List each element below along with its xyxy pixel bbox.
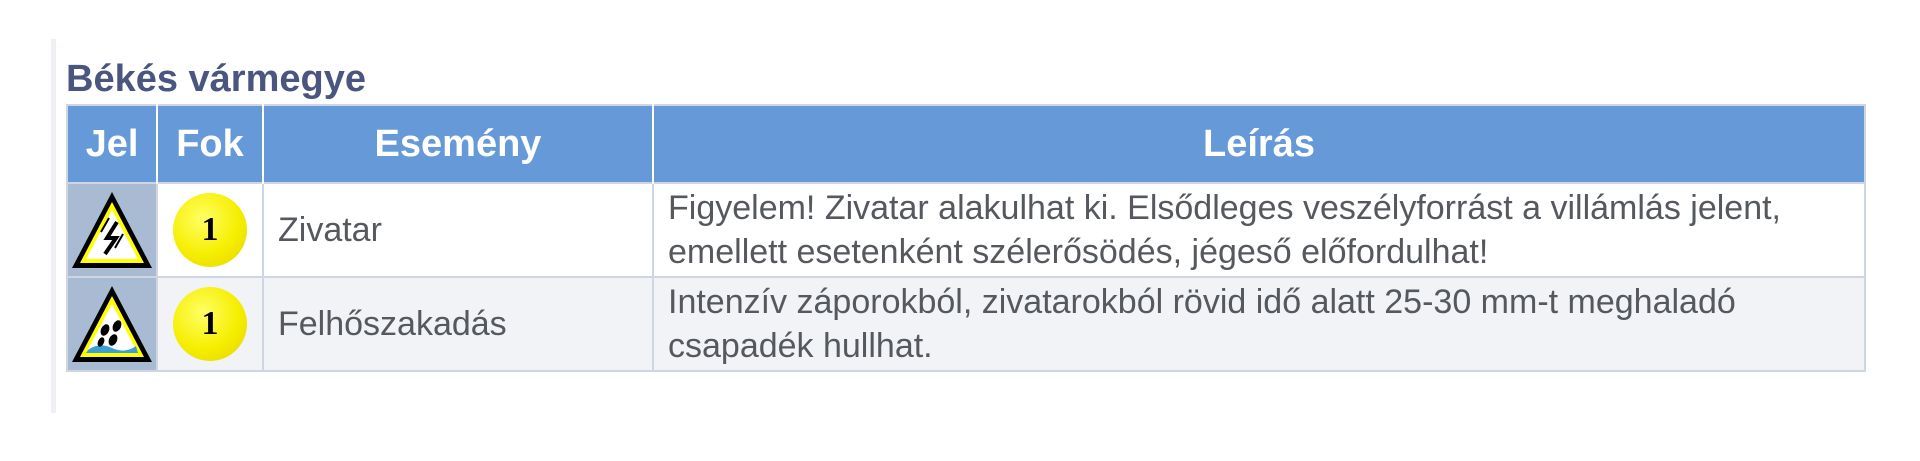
table-row: 1 Felhőszakadás Intenzív záporokból, ziv… [67,276,1865,371]
description-cell: Intenzív záporokból, zivatarokból rövid … [653,276,1865,371]
region-title: Békés vármegye [66,58,366,100]
event-name: Zivatar [278,211,382,249]
level-badge: 1 [173,193,247,267]
sign-cell [67,276,158,371]
sign-cell [67,182,158,277]
warning-page: Békés vármegye Jel Fok Esemény Leírás 1 … [0,0,1920,461]
level-cell: 1 [157,182,264,277]
left-divider [51,39,56,413]
header-event: Esemény [263,105,654,183]
thunderstorm-warning-icon [72,192,152,268]
event-cell: Zivatar [263,182,654,277]
warnings-table: Jel Fok Esemény Leírás 1 Zivatar Figyele… [66,104,1866,372]
table-header-row: Jel Fok Esemény Leírás [67,105,1865,183]
event-cell: Felhőszakadás [263,276,654,371]
header-sign: Jel [67,105,158,183]
header-description: Leírás [653,105,1865,183]
description-cell: Figyelem! Zivatar alakulhat ki. Elsődleg… [653,182,1865,277]
event-description: Intenzív záporokból, zivatarokból rövid … [668,283,1736,365]
level-cell: 1 [157,276,264,371]
table-row: 1 Zivatar Figyelem! Zivatar alakulhat ki… [67,182,1865,277]
header-level: Fok [157,105,264,183]
cloudburst-warning-icon [72,286,152,362]
event-name: Felhőszakadás [278,305,507,343]
level-badge: 1 [173,287,247,361]
event-description: Figyelem! Zivatar alakulhat ki. Elsődleg… [668,189,1782,271]
